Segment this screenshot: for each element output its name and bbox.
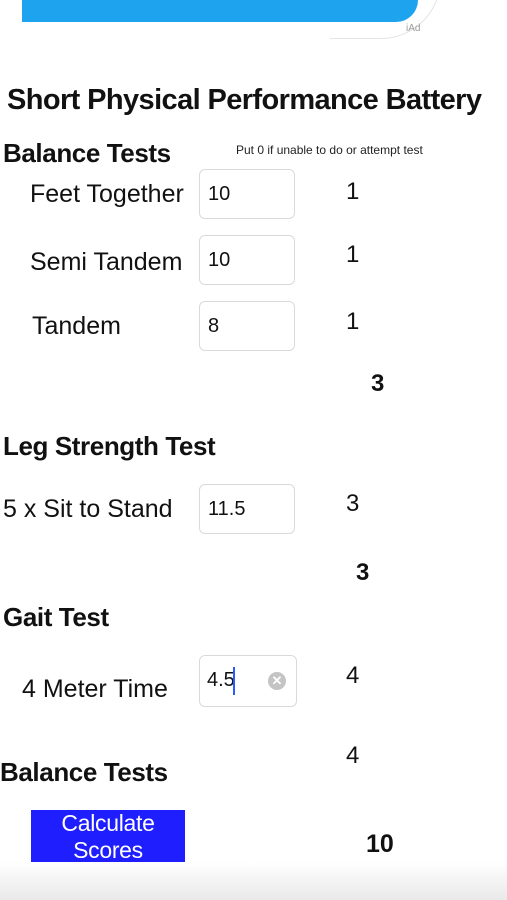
ad-banner-border [330, 0, 441, 39]
leg-subtotal: 3 [356, 559, 370, 586]
sit-to-stand-input[interactable] [199, 484, 295, 534]
feet-together-label: Feet Together [30, 180, 184, 208]
text-cursor [233, 667, 235, 695]
balance-tests-heading: Balance Tests [3, 138, 171, 168]
calculate-scores-button[interactable]: Calculate Scores [31, 810, 185, 863]
semi-tandem-score: 1 [346, 241, 360, 268]
ad-tag: iAd [406, 23, 421, 34]
four-meter-time-value: 4.5 [207, 669, 235, 691]
summary-heading: Balance Tests [0, 757, 168, 787]
gait-subtotal: 4 [346, 742, 360, 769]
bottom-toolbar-shadow [0, 862, 507, 900]
feet-together-score: 1 [346, 178, 360, 205]
four-meter-time-label: 4 Meter Time [22, 675, 168, 703]
balance-hint: Put 0 if unable to do or attempt test [236, 143, 423, 157]
sit-to-stand-score: 3 [346, 490, 360, 517]
feet-together-input[interactable] [199, 169, 295, 219]
four-meter-time-input[interactable]: 4.5 ✕ [199, 655, 297, 707]
semi-tandem-label: Semi Tandem [30, 248, 183, 276]
tandem-score: 1 [346, 308, 360, 335]
tandem-label: Tandem [32, 312, 121, 340]
balance-subtotal: 3 [371, 370, 385, 397]
app-screen: iAd Short Physical Performance Battery B… [0, 0, 507, 900]
four-meter-time-score: 4 [346, 662, 360, 689]
semi-tandem-input[interactable] [199, 235, 295, 285]
tandem-input[interactable] [199, 301, 295, 351]
clear-icon[interactable]: ✕ [268, 672, 286, 690]
sit-to-stand-label: 5 x Sit to Stand [3, 495, 173, 523]
page-title: Short Physical Performance Battery [7, 84, 482, 116]
leg-strength-heading: Leg Strength Test [3, 431, 216, 461]
total-score: 10 [366, 830, 394, 858]
gait-test-heading: Gait Test [3, 602, 109, 632]
